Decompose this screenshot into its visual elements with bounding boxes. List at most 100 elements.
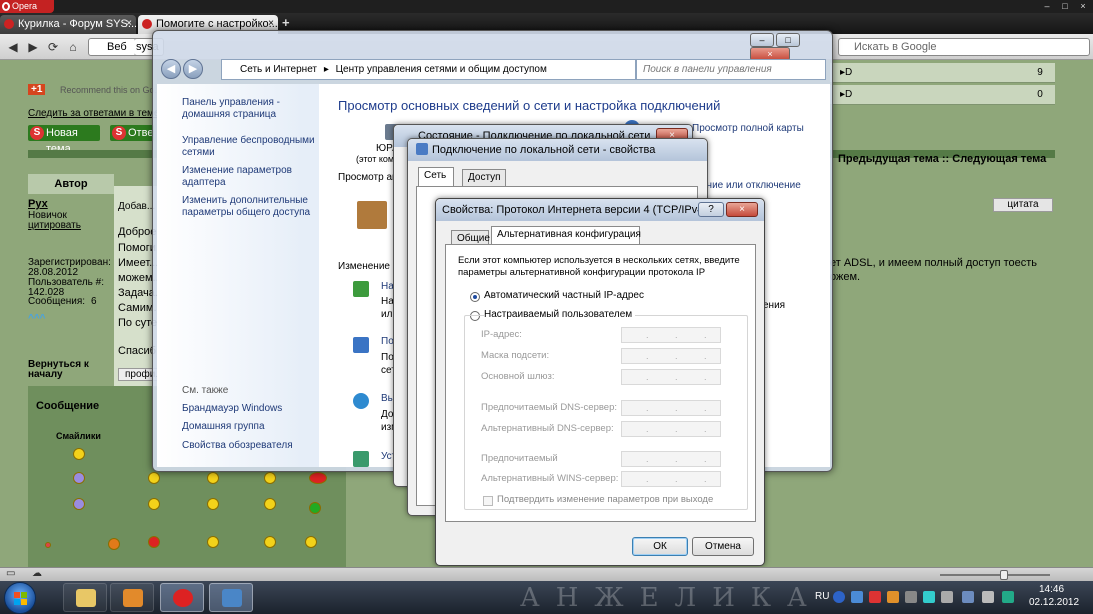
back-to-top-link[interactable]: Вернуться к началу (28, 360, 108, 380)
author-quote-link[interactable]: цитировать (28, 220, 81, 231)
sidebar-home-link[interactable]: Панель управления - домашняя страница (182, 97, 317, 121)
cp-back-icon[interactable]: ◀ (161, 59, 181, 79)
app-tray-icon[interactable] (887, 591, 899, 603)
clock-time[interactable]: 14:46 (1039, 584, 1064, 595)
keyboard-tray-icon[interactable] (851, 591, 863, 603)
panel-toggle-icon[interactable]: ▭ (6, 568, 15, 579)
label-auto-private-ip[interactable]: Автоматический частный IP-адрес (484, 290, 644, 301)
tab-close-icon[interactable]: × (126, 15, 132, 33)
alternate-dns-input[interactable]: . . . (621, 421, 721, 437)
author-name[interactable]: Рух (28, 198, 48, 210)
network-tray-icon[interactable] (962, 591, 974, 603)
label-user-configured[interactable]: Настраиваемый пользователем (484, 309, 636, 320)
zoom-slider-track[interactable] (940, 574, 1050, 576)
list-item[interactable]: ▸D (830, 85, 1055, 105)
smiley-icon[interactable] (148, 536, 160, 548)
antivirus-tray-icon[interactable] (869, 591, 881, 603)
cp-minimize-button[interactable]: – (750, 33, 774, 47)
smiley-icon[interactable] (73, 448, 85, 460)
cp-forward-icon[interactable]: ▶ (183, 59, 203, 79)
language-indicator[interactable]: RU (815, 591, 829, 602)
smiley-icon[interactable] (309, 502, 321, 514)
smiley-icon[interactable] (207, 472, 219, 484)
google-search-input[interactable]: Искать в Google (838, 38, 1090, 56)
preferred-wins-input[interactable]: . . . (621, 451, 721, 467)
quote-button[interactable]: цитата (993, 198, 1053, 212)
cp-maximize-button[interactable]: □ (776, 33, 801, 47)
new-tab-button[interactable]: + (282, 15, 290, 30)
smiley-icon[interactable] (264, 536, 276, 548)
minimize-button[interactable]: – (1038, 0, 1056, 13)
connect-disconnect-link[interactable]: ение или отключение (701, 180, 801, 191)
clock-date[interactable]: 02.12.2012 (1029, 597, 1079, 608)
smiley-icon[interactable] (45, 542, 51, 548)
see-also-label: См. также (182, 385, 229, 396)
cp-search-input[interactable]: Поиск в панели управления (636, 59, 826, 80)
home-icon[interactable]: ⌂ (64, 39, 82, 55)
smiley-icon[interactable] (73, 498, 85, 510)
see-also-browser-props[interactable]: Свойства обозревателя (182, 440, 317, 452)
tab-network[interactable]: Сеть (418, 167, 454, 186)
ipv4-close-button[interactable]: × (726, 202, 758, 217)
cancel-button[interactable]: Отмена (692, 537, 754, 556)
forward-arrow-icon[interactable]: ▶ (24, 39, 42, 55)
start-button[interactable] (4, 582, 36, 614)
sidebar-item-sharing[interactable]: Изменить дополнительные параметры общего… (182, 195, 317, 219)
cp-breadcrumb[interactable]: Сеть и Интернет ▸ Центр управления сетям… (221, 59, 636, 80)
validate-checkbox[interactable] (483, 496, 493, 506)
see-also-firewall[interactable]: Брандмауэр Windows (182, 403, 317, 415)
view-full-map-link[interactable]: Просмотр полной карты (692, 123, 804, 134)
app-tray-icon[interactable] (905, 591, 917, 603)
cloud-icon[interactable]: ☁ (32, 568, 42, 579)
smiley-icon[interactable] (73, 472, 85, 484)
smiley-icon[interactable] (148, 498, 160, 510)
tab-sharing[interactable]: Доступ (462, 169, 506, 186)
prev-next-topic-nav[interactable]: Предыдущая тема :: Следующая тема (838, 153, 1046, 165)
folder-icon (76, 589, 96, 607)
smiley-icon[interactable] (309, 472, 327, 484)
alternate-config-panel: Если этот компьютер используется в неско… (445, 244, 756, 522)
google-plus-button[interactable]: +1 (28, 84, 46, 95)
zoom-slider-knob[interactable] (1000, 570, 1008, 580)
smiley-icon[interactable] (264, 472, 276, 484)
validate-label[interactable]: Подтвердить изменение параметров при вых… (497, 494, 713, 505)
smiley-icon[interactable] (264, 498, 276, 510)
smiley-icon[interactable] (207, 536, 219, 548)
reload-icon[interactable]: ⟳ (44, 39, 62, 55)
taskbar-explorer[interactable] (63, 583, 107, 612)
close-button[interactable]: × (1074, 0, 1092, 13)
list-item[interactable]: ▸D (830, 63, 1055, 83)
cp-navigation-bar: ◀ ▶ Сеть и Интернет ▸ Центр управления с… (161, 58, 826, 81)
app-tray-icon[interactable] (1002, 591, 1014, 603)
smiley-icon[interactable] (148, 472, 160, 484)
ip-address-input[interactable]: . . . (621, 327, 721, 343)
tab-kurilka[interactable]: Курилка - Форум SYS... × (0, 15, 136, 34)
maximize-button[interactable]: □ (1056, 0, 1074, 13)
subnet-mask-input[interactable]: . . . (621, 348, 721, 364)
help-tray-icon[interactable] (833, 591, 845, 603)
new-topic-button[interactable]: S Новая тема (28, 125, 100, 155)
smiley-icon[interactable] (305, 536, 317, 548)
ipv4-help-button[interactable]: ? (698, 202, 724, 217)
taskbar-media-player[interactable] (110, 583, 154, 612)
back-arrow-icon[interactable]: ◀ (4, 39, 22, 55)
see-also-homegroup[interactable]: Домашняя группа (182, 421, 317, 433)
tab-alternate-config[interactable]: Альтернативная конфигурация (491, 226, 641, 245)
taskbar-control-panel[interactable] (209, 583, 253, 612)
alternate-wins-input[interactable]: . . . (621, 471, 721, 487)
sidebar-item-wireless[interactable]: Управление беспроводными сетями (182, 135, 317, 159)
reply-button[interactable]: S Отве... (110, 125, 154, 141)
follow-topic-link[interactable]: Следить за ответами в теме (28, 108, 160, 119)
preferred-dns-input[interactable]: . . . (621, 400, 721, 416)
smiley-icon[interactable] (207, 498, 219, 510)
radio-auto-private-ip[interactable] (470, 292, 480, 302)
gateway-input[interactable]: . . . (621, 369, 721, 385)
app-tray-icon[interactable] (923, 591, 935, 603)
sidebar-item-adapter[interactable]: Изменение параметров адаптера (182, 165, 317, 189)
taskbar-opera[interactable] (160, 583, 204, 612)
smiley-icon[interactable] (108, 538, 120, 550)
opera-menu-button[interactable]: Opera (0, 0, 54, 13)
ok-button[interactable]: ОК (632, 537, 688, 556)
flag-tray-icon[interactable] (941, 591, 953, 603)
volume-tray-icon[interactable] (982, 591, 994, 603)
